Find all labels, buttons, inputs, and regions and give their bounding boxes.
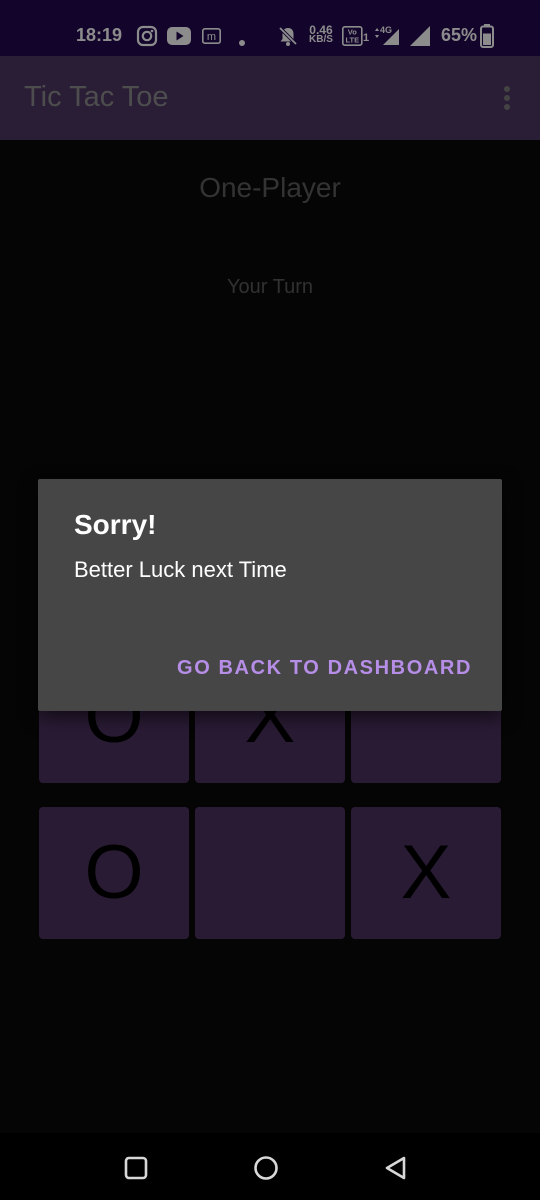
recents-square-icon[interactable]	[124, 1156, 148, 1185]
dialog-message: Better Luck next Time	[74, 557, 287, 582]
result-dialog: Sorry! Better Luck next Time GO BACK TO …	[38, 479, 502, 711]
go-back-to-dashboard-button[interactable]: GO BACK TO DASHBOARD	[177, 657, 472, 680]
back-triangle-icon[interactable]	[383, 1155, 409, 1186]
dialog-title: Sorry!	[74, 509, 157, 540]
home-circle-icon[interactable]	[253, 1155, 279, 1186]
navigation-bar	[0, 1133, 540, 1200]
screen: 18:19 m 0.46 KB/S Vo LTE 1 4G 65% Tic Ta…	[0, 0, 540, 1200]
